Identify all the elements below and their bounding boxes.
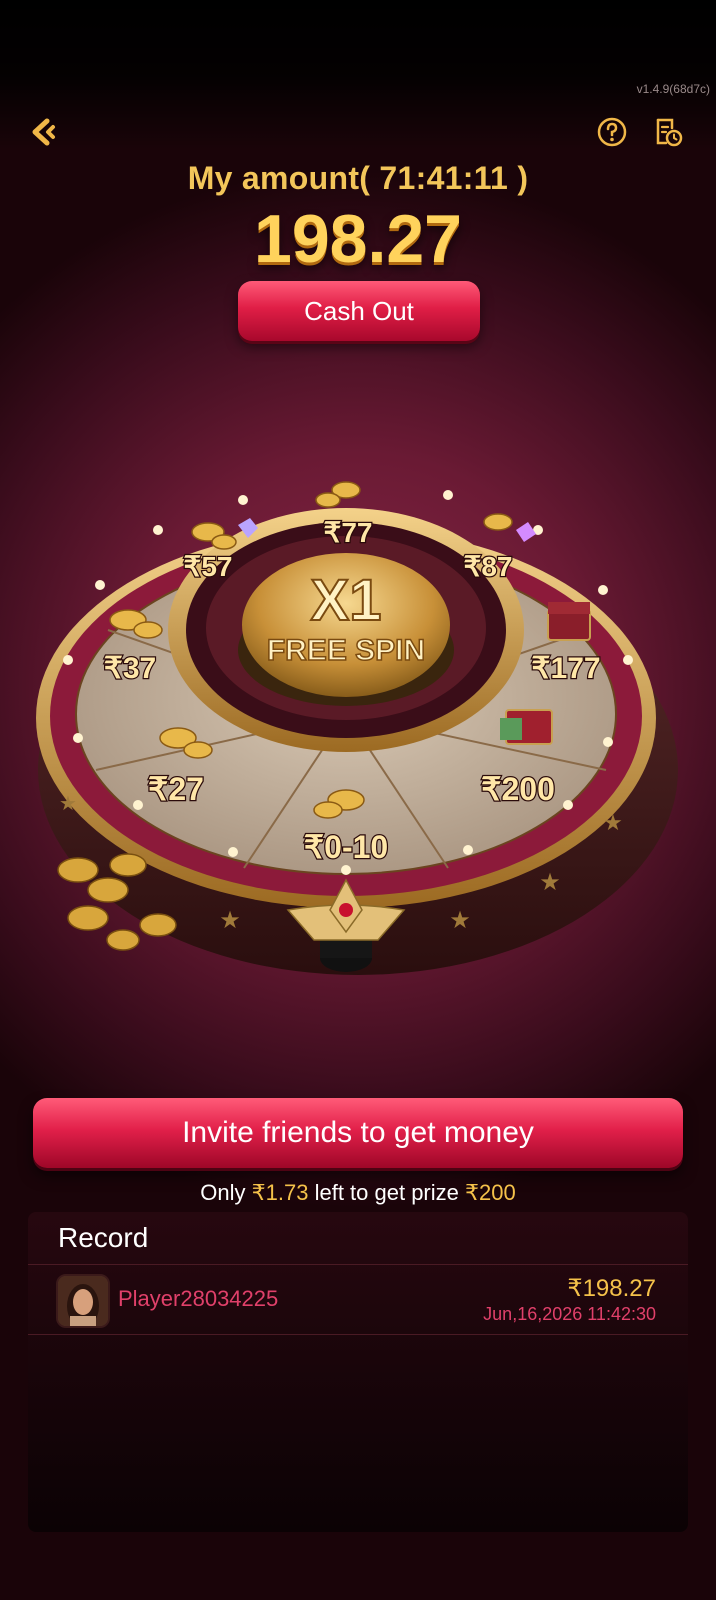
prize-wheel[interactable]: X1 FREE SPIN ₹77 ₹87 ₹177 ₹200 ₹0-10 ₹27… — [28, 470, 688, 1010]
record-amount: ₹198.27 — [567, 1275, 656, 1302]
center-multiplier: X1 — [311, 568, 382, 633]
progress-remaining: ₹1.73 — [251, 1180, 309, 1205]
prize-label: ₹87 — [464, 551, 513, 582]
version-label: v1.4.9(68d7c) — [636, 82, 710, 96]
prize-label: ₹200 — [481, 771, 555, 807]
svg-text:★: ★ — [219, 907, 241, 934]
invite-friends-button[interactable]: Invite friends to get money — [33, 1098, 683, 1168]
divider — [28, 1334, 688, 1335]
svg-text:★: ★ — [539, 869, 561, 896]
back-button[interactable] — [24, 112, 64, 152]
svg-text:★: ★ — [449, 907, 471, 934]
history-button[interactable] — [648, 112, 688, 152]
history-icon — [656, 118, 683, 147]
prize-label: ₹0-10 — [304, 829, 388, 865]
center-free-spin: FREE SPIN — [267, 634, 425, 667]
help-button[interactable] — [592, 112, 632, 152]
prize-progress: Only ₹1.73 left to get prize ₹200 — [0, 1180, 716, 1206]
prize-label: ₹77 — [324, 517, 373, 548]
record-time: Jun,16,2026 11:42:30 — [483, 1304, 656, 1324]
record-panel: Record Player28034225 ₹198.27 Jun,16,202… — [28, 1212, 688, 1532]
record-title: Record — [58, 1222, 149, 1253]
record-player-name: Player28034225 — [118, 1286, 279, 1311]
help-icon — [597, 117, 627, 147]
record-row: Player28034225 ₹198.27 Jun,16,2026 11:42… — [28, 1264, 688, 1334]
prize-label: ₹57 — [184, 551, 233, 582]
prize-label: ₹177 — [531, 652, 600, 685]
amount-value: 198.27 — [254, 201, 462, 277]
progress-target: ₹200 — [465, 1180, 516, 1205]
progress-prefix: Only — [200, 1180, 252, 1205]
prize-label: ₹37 — [104, 652, 156, 685]
amount-label: My amount( 71:41:11 ) — [187, 160, 529, 196]
svg-text:★: ★ — [59, 793, 77, 815]
prize-label: ₹27 — [148, 771, 204, 807]
back-arrow-icon — [32, 118, 55, 146]
cash-out-button[interactable]: Cash Out — [238, 281, 480, 341]
avatar — [56, 1274, 110, 1328]
svg-text:★: ★ — [603, 810, 623, 835]
progress-middle: left to get prize — [308, 1180, 465, 1205]
